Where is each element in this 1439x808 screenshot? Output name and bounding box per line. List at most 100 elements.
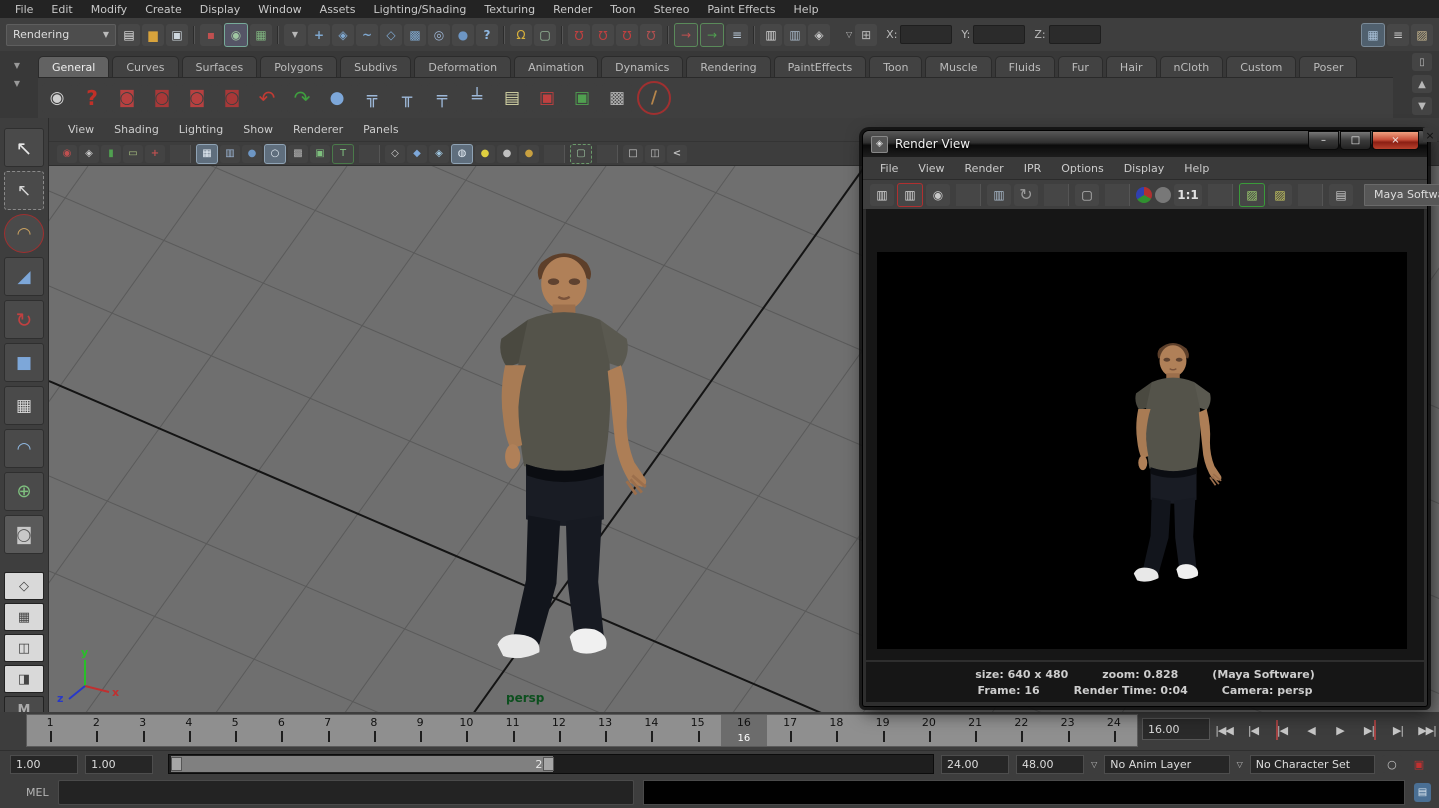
shelf-tab[interactable]: Fluids: [995, 56, 1055, 77]
frame-cell[interactable]: 7: [305, 715, 351, 746]
camera-select-icon[interactable]: ◉: [57, 145, 77, 163]
close-button[interactable]: ×: [1372, 131, 1419, 150]
exposure-icon[interactable]: ▨: [1239, 183, 1265, 207]
scale-tool-icon[interactable]: ■: [4, 343, 44, 382]
undo-icon[interactable]: ↶: [252, 83, 282, 113]
shaded-icon[interactable]: ◆: [407, 145, 427, 163]
mel-input[interactable]: [58, 780, 634, 805]
current-time-input[interactable]: [1142, 718, 1210, 740]
shelf-tab[interactable]: Fur: [1058, 56, 1103, 77]
viewport-menu-item[interactable]: Renderer: [284, 121, 352, 138]
mel-label[interactable]: MEL: [26, 786, 49, 799]
frame-cell[interactable]: 11: [490, 715, 536, 746]
script-editor-icon[interactable]: ▤: [1414, 783, 1431, 802]
frame-cell[interactable]: 4: [166, 715, 212, 746]
viewport-menu-item[interactable]: Shading: [105, 121, 168, 138]
trash-icon[interactable]: ▯: [1412, 53, 1432, 71]
menu-item[interactable]: Help: [785, 2, 828, 17]
show-manipulator-icon[interactable]: ⊕: [4, 472, 44, 511]
menu-item[interactable]: Window: [249, 2, 310, 17]
shelf-tab[interactable]: Deformation: [414, 56, 511, 77]
magnet-curve-icon[interactable]: Ω: [592, 24, 614, 46]
pan-zoom-icon[interactable]: +: [145, 145, 165, 163]
chevron-down-icon[interactable]: ▽: [846, 30, 852, 39]
duplicate-special-icon[interactable]: ▣: [567, 83, 597, 113]
channel-box-icon[interactable]: ▨: [1411, 24, 1433, 46]
rendered-image[interactable]: [877, 252, 1407, 649]
x-input[interactable]: [900, 25, 952, 44]
menu-item[interactable]: Assets: [311, 2, 365, 17]
xray-icon[interactable]: □: [623, 145, 643, 163]
rotate-tool-icon[interactable]: ↻: [4, 300, 44, 339]
magnet-view-icon[interactable]: Ω: [640, 24, 662, 46]
z-input[interactable]: [1049, 25, 1101, 44]
y-input[interactable]: [973, 25, 1025, 44]
frame-cell[interactable]: 15: [675, 715, 721, 746]
viewport-menu-item[interactable]: View: [59, 121, 103, 138]
frame-cell[interactable]: 16 16: [721, 715, 767, 746]
go-to-end-button[interactable]: ▶▶|: [1415, 719, 1439, 741]
playback-end-field[interactable]: 24.00: [941, 755, 1009, 774]
step-back-frame-button[interactable]: |◀: [1241, 719, 1265, 741]
frame-ruler[interactable]: 1 2 3 4 5: [26, 714, 1138, 747]
scroll-down-icon[interactable]: ▼: [1412, 97, 1432, 115]
go-to-start-button[interactable]: |◀◀: [1212, 719, 1236, 741]
flat-light-icon[interactable]: ●: [497, 145, 517, 163]
scene-review-icon[interactable]: ◉: [42, 83, 72, 113]
character-set-selector[interactable]: No Character Set: [1250, 755, 1375, 774]
menu-item[interactable]: Edit: [42, 2, 81, 17]
wireframe-icon[interactable]: ◇: [385, 145, 405, 163]
frame-cell[interactable]: 2: [73, 715, 119, 746]
paint-selection-icon[interactable]: ◠: [4, 214, 44, 253]
frame-cell[interactable]: 10: [443, 715, 489, 746]
frame-cell[interactable]: 8: [351, 715, 397, 746]
shared-nodes-icon[interactable]: <: [667, 145, 687, 163]
maximize-button[interactable]: □: [1340, 131, 1371, 150]
shelf-tab[interactable]: Dynamics: [601, 56, 683, 77]
input-connections-icon[interactable]: →: [674, 23, 698, 47]
absolute-transform-icon[interactable]: ⊞: [855, 24, 877, 46]
step-forward-frame-button[interactable]: ▶|: [1386, 719, 1410, 741]
shelf-tab[interactable]: PaintEffects: [774, 56, 867, 77]
menu-item[interactable]: Modify: [82, 2, 136, 17]
rgb-channels-icon[interactable]: [1136, 187, 1152, 203]
help-mode-icon[interactable]: ?: [476, 24, 498, 46]
magnet-grid-icon[interactable]: Ω: [568, 24, 590, 46]
render-view-menu-item[interactable]: View: [909, 160, 953, 177]
animation-start-field[interactable]: 1.00: [10, 755, 78, 774]
output-connections-icon[interactable]: →: [700, 23, 724, 47]
redo-previous-render-icon[interactable]: ▥: [897, 183, 923, 207]
range-start-handle[interactable]: [171, 757, 182, 771]
menu-item[interactable]: Toon: [601, 2, 644, 17]
shelf-tab[interactable]: Rendering: [686, 56, 770, 77]
camera-attributes-icon[interactable]: ◈: [79, 145, 99, 163]
panel-close-icon[interactable]: ×: [1423, 128, 1437, 142]
new-scene-icon[interactable]: ▤: [118, 24, 140, 46]
menu-item[interactable]: Texturing: [475, 2, 544, 17]
menu-item[interactable]: File: [6, 2, 42, 17]
snap-mask-dropdown-icon[interactable]: ▼: [284, 24, 306, 46]
select-hierarchy-icon[interactable]: ▪: [200, 24, 222, 46]
move-tool-icon[interactable]: ◢: [4, 257, 44, 296]
combine-icon[interactable]: ▩: [602, 83, 632, 113]
camera-dolly-icon[interactable]: ◙: [182, 83, 212, 113]
character-set-dropdown-icon[interactable]: ▽: [1237, 760, 1243, 769]
camera-track-icon[interactable]: ◙: [147, 83, 177, 113]
frame-cell[interactable]: 5: [212, 715, 258, 746]
film-gate-icon[interactable]: ▥: [220, 145, 240, 163]
backface-icon[interactable]: ◫: [645, 145, 665, 163]
snap-grid-icon[interactable]: +: [308, 24, 330, 46]
construction-history-icon[interactable]: ≡: [726, 24, 748, 46]
render-view-menu-item[interactable]: IPR: [1015, 160, 1051, 177]
menu-item[interactable]: Create: [136, 2, 191, 17]
lock-selection-icon[interactable]: Ω: [510, 24, 532, 46]
shelf-tab[interactable]: Subdivs: [340, 56, 411, 77]
frame-cell[interactable]: 9: [397, 715, 443, 746]
render-settings-icon[interactable]: ◈: [808, 24, 830, 46]
step-forward-key-button[interactable]: ▶|: [1357, 719, 1381, 741]
auto-keyframe-icon[interactable]: ▣: [1409, 755, 1429, 773]
menu-item[interactable]: Stereo: [645, 2, 699, 17]
snapshot-icon[interactable]: ◉: [926, 184, 950, 206]
play-backwards-button[interactable]: ◀: [1299, 719, 1323, 741]
scroll-up-icon[interactable]: ▲: [1412, 75, 1432, 93]
